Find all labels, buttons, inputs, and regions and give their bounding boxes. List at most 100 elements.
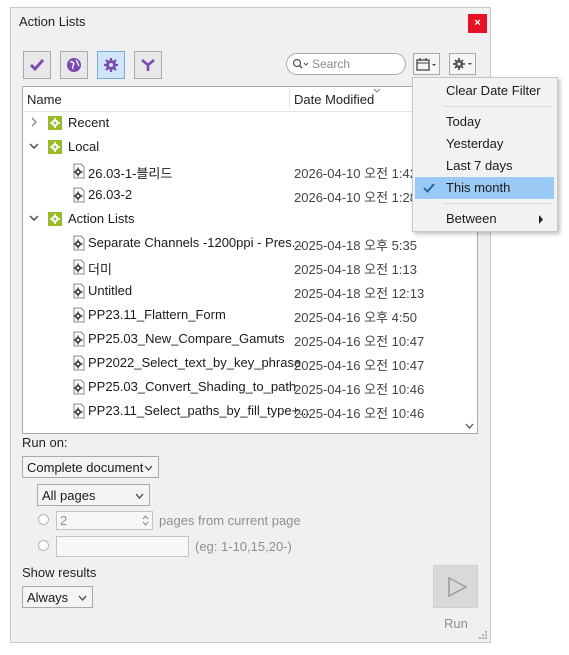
gear-dropdown-icon (452, 58, 472, 70)
action-row[interactable]: PP2022_Select_text_by_key_phrase 2025-04-… (23, 352, 477, 374)
pages-count-value: 2 (60, 513, 68, 528)
action-gear-icon (73, 307, 85, 323)
run-label: Run (444, 616, 468, 631)
run-on-label: Run on: (22, 435, 68, 450)
action-gear-icon (73, 403, 85, 419)
row-label: PP2022_Select_text_by_key_phrase (88, 355, 302, 370)
scroll-down-icon[interactable] (465, 423, 474, 429)
pages-from-current-label: pages from current page (159, 513, 301, 528)
search-icon (292, 58, 309, 69)
search-input[interactable]: Search (286, 53, 406, 75)
row-label: Action Lists (68, 211, 135, 226)
page-range-radio[interactable] (38, 540, 49, 551)
submenu-arrow-icon (539, 215, 543, 224)
row-label: PP23.11_Flattern_Form (88, 307, 226, 322)
action-row[interactable]: 더미 2025-04-18 오전 1:13 (23, 256, 477, 278)
action-gear-icon (73, 283, 85, 299)
calendar-filter-icon (415, 58, 436, 71)
menu-separator (444, 203, 552, 204)
row-label: PP25.03_New_Compare_Gamuts (88, 331, 285, 346)
action-gear-icon (73, 379, 85, 395)
show-results-value: Always (27, 590, 69, 605)
row-date: 2026-04-10 오전 1:28 (294, 190, 417, 205)
action-list-tree[interactable]: Name Date Modified Recent Local 26.03-1-블리… (22, 86, 478, 434)
action-row[interactable]: Untitled 2025-04-18 오전 12:13 (23, 280, 477, 302)
menu-item-today[interactable]: Today (415, 111, 554, 133)
action-gear-icon (73, 355, 85, 371)
pages-count-stepper[interactable]: 2 (56, 511, 153, 530)
gear-icon[interactable] (97, 51, 125, 79)
action-row[interactable]: PP23.11_Select_paths_by_fill_type+... 202… (23, 400, 477, 422)
row-label: Untitled (88, 283, 133, 298)
checkmark-icon (423, 183, 435, 193)
panel-title: Action Lists (19, 14, 86, 29)
row-label: Recent (68, 115, 110, 130)
row-label: 더미 (88, 262, 112, 277)
folder-row[interactable]: Recent (23, 112, 477, 134)
chevron-down-icon[interactable] (27, 139, 41, 153)
pages-select[interactable]: All pages (37, 484, 150, 506)
folder-row[interactable]: Action Lists (23, 208, 477, 230)
play-icon (448, 576, 468, 598)
column-date-modified[interactable]: Date Modified (294, 92, 374, 107)
row-date: 2025-04-16 오전 10:47 (294, 358, 425, 373)
run-button[interactable] (433, 565, 478, 608)
folder-gear-icon (48, 140, 62, 154)
column-name[interactable]: Name (27, 92, 62, 107)
action-row[interactable]: PP25.03_New_Compare_Gamuts 2025-04-16 오전 … (23, 328, 477, 350)
menu-item-label: Last 7 days (446, 158, 513, 173)
date-filter-button[interactable] (413, 53, 440, 75)
row-label: PP25.03_Convert_Shading_to_path (88, 379, 297, 394)
close-button[interactable]: × (468, 14, 487, 33)
action-gear-icon (73, 187, 85, 203)
page-range-hint: (eg: 1-10,15,20-) (195, 539, 292, 554)
folder-gear-icon (48, 116, 62, 130)
chevron-down-icon (135, 493, 144, 499)
stepper-arrows-icon[interactable] (142, 514, 149, 527)
action-gear-icon (73, 235, 85, 251)
show-results-label: Show results (22, 565, 97, 580)
row-label: 26.03-1-블리드 (88, 166, 173, 181)
row-label: Separate Channels -1200ppi - Pres... (88, 235, 303, 250)
column-divider (289, 89, 290, 109)
action-row[interactable]: 26.03-1-블리드 2026-04-10 오전 1:42 (23, 160, 477, 182)
row-date: 2025-04-16 오전 10:47 (294, 334, 425, 349)
merge-icon[interactable] (134, 51, 162, 79)
menu-item-yesterday[interactable]: Yesterday (415, 133, 554, 155)
check-icon[interactable] (23, 51, 51, 79)
row-label: Local (68, 139, 100, 154)
chevron-down-icon (78, 595, 87, 601)
action-row[interactable]: PP23.11_Flattern_Form 2025-04-16 오후 4:50 (23, 304, 477, 326)
chevron-down-icon (144, 465, 153, 471)
run-on-scope-select[interactable]: Complete document (22, 456, 159, 478)
settings-dropdown-button[interactable] (449, 53, 476, 75)
action-row[interactable]: PP25.03_Convert_Shading_to_path 2025-04-1… (23, 376, 477, 398)
folder-row[interactable]: Local (23, 136, 477, 158)
menu-item-clear-date-filter[interactable]: Clear Date Filter (415, 80, 554, 102)
search-placeholder: Search (312, 57, 351, 71)
menu-separator (444, 106, 552, 107)
list-header: Name Date Modified (23, 87, 477, 112)
row-date: 2025-04-18 오전 12:13 (294, 286, 425, 301)
menu-item-last-7-days[interactable]: Last 7 days (415, 155, 554, 177)
chevron-down-icon[interactable] (27, 211, 41, 225)
chevron-right-icon[interactable] (27, 115, 41, 129)
action-row[interactable]: Separate Channels -1200ppi - Pres... 2025… (23, 232, 477, 254)
menu-item-label: Yesterday (446, 136, 504, 151)
resize-grip-icon[interactable] (478, 630, 488, 640)
globe-icon[interactable] (60, 51, 88, 79)
action-row[interactable]: 26.03-2 2026-04-10 오전 1:28 (23, 184, 477, 206)
row-date: 2025-04-18 오전 1:13 (294, 262, 417, 277)
action-gear-icon (73, 163, 85, 179)
show-results-select[interactable]: Always (22, 586, 93, 608)
action-gear-icon (73, 331, 85, 347)
row-date: 2025-04-16 오후 4:50 (294, 310, 417, 325)
run-on-scope-value: Complete document (27, 460, 144, 475)
pages-from-current-radio[interactable] (38, 514, 49, 525)
pages-value: All pages (42, 488, 96, 503)
sort-indicator-icon (373, 88, 381, 93)
menu-item-between[interactable]: Between (415, 208, 554, 230)
menu-item-label: Between (446, 211, 497, 226)
menu-item-this-month[interactable]: This month (415, 177, 554, 199)
page-range-input[interactable] (56, 536, 189, 557)
